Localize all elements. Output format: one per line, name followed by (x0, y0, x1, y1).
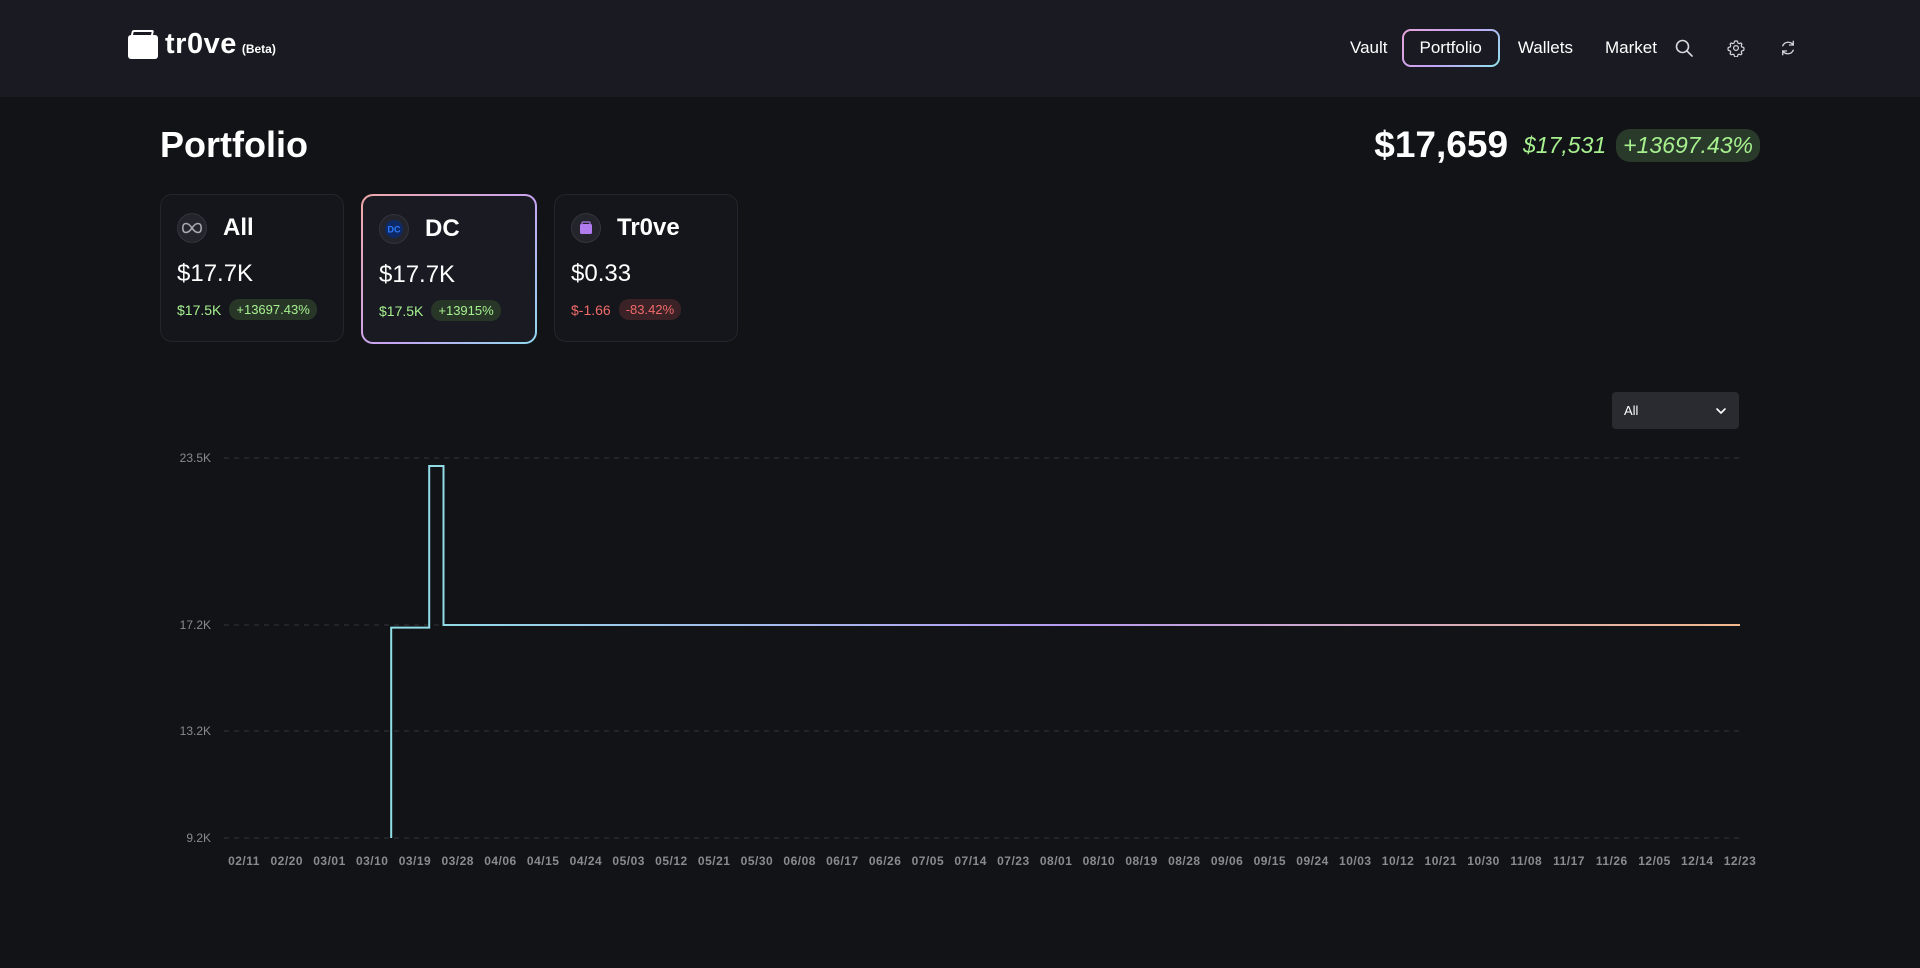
wallet-card-cost: $-1.66 (571, 301, 611, 318)
main-nav: Vault Portfolio Wallets Market (1340, 29, 1805, 67)
chart-x-tick-label: 03/10 (356, 854, 389, 868)
chart-x-tick-label: 03/28 (441, 854, 474, 868)
wallet-card-value: $17.7K (379, 261, 456, 288)
chart-x-tick-label: 05/03 (612, 854, 645, 868)
chevron-down-icon (1716, 407, 1726, 414)
top-bar: tr0ve (Beta) Vault Portfolio Wallets Mar… (0, 0, 1920, 97)
chart-y-tick-label: 9.2K (186, 831, 211, 845)
time-range-value: All (1624, 403, 1639, 418)
chart-series-line (390, 465, 1740, 838)
chart-x-tick-label: 05/21 (698, 854, 731, 868)
wallet-card-name: Tr0ve (617, 214, 680, 241)
chart-x-tick-label: 09/06 (1211, 854, 1244, 868)
chart-x-tick-label: 06/17 (826, 854, 859, 868)
refresh-button[interactable] (1771, 31, 1805, 65)
wallet-card-value: $0.33 (571, 260, 632, 287)
wallet-card-all[interactable]: All $17.7K $17.5K +13697.43% (160, 194, 344, 342)
chart-x-tick-label: 08/10 (1083, 854, 1116, 868)
chart-x-tick-label: 10/30 (1467, 854, 1500, 868)
time-range-select[interactable]: All (1612, 392, 1739, 429)
svg-text:DC: DC (388, 225, 401, 235)
nav-item-market[interactable]: Market (1595, 31, 1667, 65)
chart-y-tick-label: 13.2K (180, 724, 211, 738)
chart-x-tick-label: 08/28 (1168, 854, 1201, 868)
wallet-card-trove[interactable]: Tr0ve $0.33 $-1.66 -83.42% (554, 194, 738, 342)
search-icon (1675, 39, 1693, 57)
portfolio-cost-basis: $17,531 (1523, 131, 1607, 158)
refresh-icon (1782, 40, 1794, 56)
gear-icon (1727, 40, 1745, 57)
wallet-card-change-badge: +13697.43% (229, 299, 317, 320)
settings-button[interactable] (1719, 31, 1753, 65)
nav-item-portfolio-label: Portfolio (1419, 38, 1482, 57)
nav-item-portfolio[interactable]: Portfolio (1401, 29, 1501, 67)
search-button[interactable] (1667, 31, 1701, 65)
wallet-card-name: All (223, 214, 254, 241)
chart-x-tick-label: 09/15 (1254, 854, 1287, 868)
chart-x-tick-label: 05/30 (741, 854, 774, 868)
nav-item-wallets[interactable]: Wallets (1508, 31, 1583, 65)
wallet-card-change-badge: -83.42% (618, 299, 682, 320)
chart-x-tick-label: 10/03 (1339, 854, 1372, 868)
chart-x-tick-label: 02/20 (270, 854, 303, 868)
chart-x-tick-label: 06/26 (869, 854, 902, 868)
brand-logo[interactable]: tr0ve (Beta) (128, 30, 276, 59)
portfolio-change-badge: +13697.43% (1616, 128, 1760, 162)
portfolio-total-value: $17,659 (1374, 124, 1509, 165)
chart-x-tick-label: 09/24 (1296, 854, 1329, 868)
chart-x-tick-label: 12/05 (1638, 854, 1671, 868)
wallet-card-name: DC (425, 215, 460, 242)
infinity-icon (177, 213, 207, 243)
chart-x-tick-label: 11/08 (1510, 854, 1542, 868)
wallet-cards: All $17.7K $17.5K +13697.43% DC DC $17.7… (160, 194, 755, 344)
wallet-card-value: $17.7K (177, 260, 254, 287)
brand-name: tr0ve (165, 28, 237, 60)
chart-x-tick-label: 04/06 (484, 854, 517, 868)
chart-x-tick-label: 12/23 (1724, 854, 1757, 868)
page-title: Portfolio (160, 124, 308, 165)
chart-x-tick-label: 10/12 (1382, 854, 1415, 868)
wallet-card-cost: $17.5K (379, 302, 424, 319)
brand-beta-tag: (Beta) (241, 42, 276, 56)
chart-x-tick-label: 11/17 (1553, 854, 1585, 868)
chart-x-tick-label: 04/24 (570, 854, 603, 868)
chart-x-tick-label: 11/26 (1596, 854, 1628, 868)
chart-x-tick-label: 07/14 (954, 854, 987, 868)
chart-x-tick-label: 05/12 (655, 854, 688, 868)
chart-x-tick-label: 04/15 (527, 854, 560, 868)
portfolio-summary: $17,659 $17,531 +13697.43% (1374, 124, 1760, 166)
chart-x-tick-label: 02/11 (228, 854, 260, 868)
chart-x-tick-label: 03/19 (399, 854, 432, 868)
wallet-logo-icon (128, 30, 158, 59)
wallet-card-dc[interactable]: DC DC $17.7K $17.5K +13915% (361, 194, 537, 344)
chart-x-tick-label: 12/14 (1681, 854, 1714, 868)
chart-y-tick-label: 17.2K (180, 618, 211, 632)
chart-x-tick-label: 03/01 (313, 854, 346, 868)
chart-x-tick-label: 07/23 (997, 854, 1030, 868)
chart-x-tick-label: 06/08 (783, 854, 816, 868)
chart-y-tick-label: 23.5K (180, 451, 211, 465)
wallet-card-cost: $17.5K (177, 301, 222, 318)
chart-x-tick-label: 07/05 (912, 854, 945, 868)
dc-logo-icon: DC (379, 214, 409, 244)
portfolio-value-chart: 9.2K 13.2K 17.2K 23.5K 02/11 02/20 03/01 03/10… (180, 451, 1757, 868)
wallet-card-change-badge: +13915% (431, 300, 501, 321)
nav-item-vault[interactable]: Vault (1340, 31, 1398, 65)
chart-x-tick-label: 10/21 (1425, 854, 1458, 868)
chart-x-tick-label: 08/19 (1125, 854, 1158, 868)
chart-x-tick-label: 08/01 (1040, 854, 1073, 868)
trove-wallet-icon (571, 213, 601, 243)
